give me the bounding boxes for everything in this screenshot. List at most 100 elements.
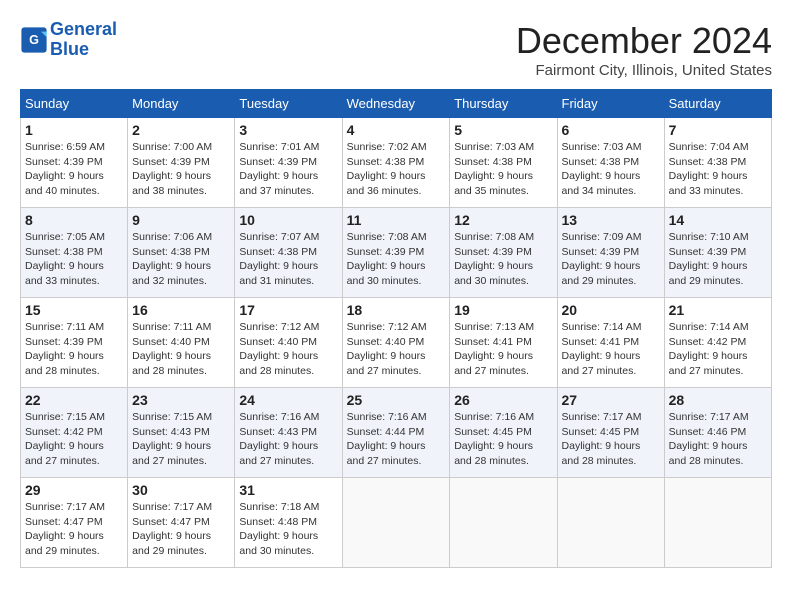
day-number: 22 (25, 392, 123, 408)
day-number: 7 (669, 122, 767, 138)
calendar-cell: 26 Sunrise: 7:16 AM Sunset: 4:45 PM Dayli… (450, 388, 557, 478)
calendar-cell: 25Sunrise: 7:16 AM Sunset: 4:44 PM Dayli… (342, 388, 450, 478)
day-info: Sunrise: 7:17 AM Sunset: 4:47 PM Dayligh… (25, 500, 123, 559)
calendar-cell: 29 Sunrise: 7:17 AM Sunset: 4:47 PM Dayli… (21, 478, 128, 568)
day-info: Sunrise: 7:06 AM Sunset: 4:38 PM Dayligh… (132, 230, 230, 289)
title-section: December 2024 Fairmont City, Illinois, U… (516, 20, 772, 79)
calendar-cell: 13 Sunrise: 7:09 AM Sunset: 4:39 PM Dayli… (557, 208, 664, 298)
calendar-cell: 17 Sunrise: 7:12 AM Sunset: 4:40 PM Dayli… (235, 298, 342, 388)
day-number: 31 (239, 482, 337, 498)
day-info: Sunrise: 7:08 AM Sunset: 4:39 PM Dayligh… (347, 230, 446, 289)
day-number: 20 (562, 302, 660, 318)
day-info: Sunrise: 7:12 AM Sunset: 4:40 PM Dayligh… (347, 320, 446, 379)
day-info: Sunrise: 7:14 AM Sunset: 4:42 PM Dayligh… (669, 320, 767, 379)
day-info: Sunrise: 7:14 AM Sunset: 4:41 PM Dayligh… (562, 320, 660, 379)
day-number: 5 (454, 122, 552, 138)
calendar-cell (557, 478, 664, 568)
col-monday: Monday (128, 90, 235, 118)
day-number: 19 (454, 302, 552, 318)
calendar-cell: 12 Sunrise: 7:08 AM Sunset: 4:39 PM Dayli… (450, 208, 557, 298)
logo: G General Blue (20, 20, 117, 60)
day-info: Sunrise: 7:03 AM Sunset: 4:38 PM Dayligh… (454, 140, 552, 199)
logo-text: General Blue (50, 20, 117, 60)
calendar-cell: 27 Sunrise: 7:17 AM Sunset: 4:45 PM Dayli… (557, 388, 664, 478)
day-info: Sunrise: 7:16 AM Sunset: 4:44 PM Dayligh… (347, 410, 446, 469)
calendar-cell: 28Sunrise: 7:17 AM Sunset: 4:46 PM Dayli… (664, 388, 771, 478)
day-number: 16 (132, 302, 230, 318)
day-info: Sunrise: 7:17 AM Sunset: 4:47 PM Dayligh… (132, 500, 230, 559)
calendar-cell: 7 Sunrise: 7:04 AM Sunset: 4:38 PM Daylig… (664, 118, 771, 208)
day-info: Sunrise: 7:02 AM Sunset: 4:38 PM Dayligh… (347, 140, 446, 199)
day-number: 28 (669, 392, 767, 408)
logo-line1: General (50, 19, 117, 39)
calendar-table: Sunday Monday Tuesday Wednesday Thursday… (20, 89, 772, 568)
calendar-cell (342, 478, 450, 568)
day-number: 14 (669, 212, 767, 228)
day-number: 8 (25, 212, 123, 228)
day-number: 26 (454, 392, 552, 408)
calendar-cell: 2 Sunrise: 7:00 AM Sunset: 4:39 PM Daylig… (128, 118, 235, 208)
day-info: Sunrise: 7:07 AM Sunset: 4:38 PM Dayligh… (239, 230, 337, 289)
page-header: G General Blue December 2024 Fairmont Ci… (20, 20, 772, 79)
day-info: Sunrise: 7:00 AM Sunset: 4:39 PM Dayligh… (132, 140, 230, 199)
day-info: Sunrise: 7:01 AM Sunset: 4:39 PM Dayligh… (239, 140, 337, 199)
col-wednesday: Wednesday (342, 90, 450, 118)
day-number: 24 (239, 392, 337, 408)
day-number: 4 (347, 122, 446, 138)
calendar-cell: 9 Sunrise: 7:06 AM Sunset: 4:38 PM Daylig… (128, 208, 235, 298)
calendar-cell: 19 Sunrise: 7:13 AM Sunset: 4:41 PM Dayli… (450, 298, 557, 388)
day-info: Sunrise: 7:15 AM Sunset: 4:43 PM Dayligh… (132, 410, 230, 469)
logo-icon: G (20, 26, 48, 54)
day-info: Sunrise: 7:13 AM Sunset: 4:41 PM Dayligh… (454, 320, 552, 379)
calendar-cell: 15 Sunrise: 7:11 AM Sunset: 4:39 PM Dayli… (21, 298, 128, 388)
day-info: Sunrise: 7:17 AM Sunset: 4:45 PM Dayligh… (562, 410, 660, 469)
day-number: 21 (669, 302, 767, 318)
day-number: 2 (132, 122, 230, 138)
calendar-cell: 16 Sunrise: 7:11 AM Sunset: 4:40 PM Dayli… (128, 298, 235, 388)
day-number: 30 (132, 482, 230, 498)
day-number: 13 (562, 212, 660, 228)
day-info: Sunrise: 7:12 AM Sunset: 4:40 PM Dayligh… (239, 320, 337, 379)
day-info: Sunrise: 6:59 AM Sunset: 4:39 PM Dayligh… (25, 140, 123, 199)
day-number: 6 (562, 122, 660, 138)
calendar-cell: 6Sunrise: 7:03 AM Sunset: 4:38 PM Daylig… (557, 118, 664, 208)
calendar-week-row: 1 Sunrise: 6:59 AM Sunset: 4:39 PM Daylig… (21, 118, 772, 208)
calendar-cell: 5 Sunrise: 7:03 AM Sunset: 4:38 PM Daylig… (450, 118, 557, 208)
day-info: Sunrise: 7:15 AM Sunset: 4:42 PM Dayligh… (25, 410, 123, 469)
day-number: 9 (132, 212, 230, 228)
day-number: 11 (347, 212, 446, 228)
day-number: 3 (239, 122, 337, 138)
day-info: Sunrise: 7:09 AM Sunset: 4:39 PM Dayligh… (562, 230, 660, 289)
day-info: Sunrise: 7:11 AM Sunset: 4:40 PM Dayligh… (132, 320, 230, 379)
day-info: Sunrise: 7:05 AM Sunset: 4:38 PM Dayligh… (25, 230, 123, 289)
day-info: Sunrise: 7:11 AM Sunset: 4:39 PM Dayligh… (25, 320, 123, 379)
day-info: Sunrise: 7:04 AM Sunset: 4:38 PM Dayligh… (669, 140, 767, 199)
calendar-week-row: 22 Sunrise: 7:15 AM Sunset: 4:42 PM Dayli… (21, 388, 772, 478)
month-title: December 2024 (516, 20, 772, 62)
calendar-cell: 8 Sunrise: 7:05 AM Sunset: 4:38 PM Daylig… (21, 208, 128, 298)
svg-text:G: G (29, 33, 39, 47)
calendar-week-row: 8 Sunrise: 7:05 AM Sunset: 4:38 PM Daylig… (21, 208, 772, 298)
col-tuesday: Tuesday (235, 90, 342, 118)
day-number: 23 (132, 392, 230, 408)
day-number: 29 (25, 482, 123, 498)
calendar-cell: 3 Sunrise: 7:01 AM Sunset: 4:39 PM Daylig… (235, 118, 342, 208)
day-info: Sunrise: 7:16 AM Sunset: 4:45 PM Dayligh… (454, 410, 552, 469)
calendar-cell: 4 Sunrise: 7:02 AM Sunset: 4:38 PM Daylig… (342, 118, 450, 208)
location-title: Fairmont City, Illinois, United States (516, 62, 772, 79)
calendar-header-row: Sunday Monday Tuesday Wednesday Thursday… (21, 90, 772, 118)
day-info: Sunrise: 7:08 AM Sunset: 4:39 PM Dayligh… (454, 230, 552, 289)
calendar-cell: 23 Sunrise: 7:15 AM Sunset: 4:43 PM Dayli… (128, 388, 235, 478)
day-info: Sunrise: 7:16 AM Sunset: 4:43 PM Dayligh… (239, 410, 337, 469)
day-number: 15 (25, 302, 123, 318)
day-number: 1 (25, 122, 123, 138)
calendar-cell: 21 Sunrise: 7:14 AM Sunset: 4:42 PM Dayli… (664, 298, 771, 388)
day-number: 12 (454, 212, 552, 228)
calendar-cell: 18 Sunrise: 7:12 AM Sunset: 4:40 PM Dayli… (342, 298, 450, 388)
day-number: 17 (239, 302, 337, 318)
calendar-week-row: 15 Sunrise: 7:11 AM Sunset: 4:39 PM Dayli… (21, 298, 772, 388)
calendar-cell: 11 Sunrise: 7:08 AM Sunset: 4:39 PM Dayli… (342, 208, 450, 298)
calendar-cell: 14Sunrise: 7:10 AM Sunset: 4:39 PM Dayli… (664, 208, 771, 298)
day-number: 27 (562, 392, 660, 408)
day-number: 18 (347, 302, 446, 318)
